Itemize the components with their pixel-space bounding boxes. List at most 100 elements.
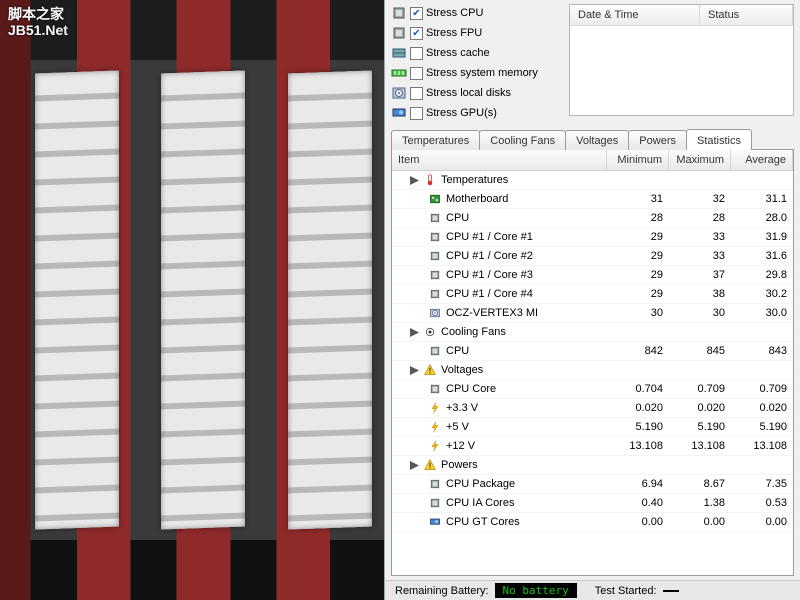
data-row[interactable]: Motherboard313231.1 — [392, 190, 793, 209]
row-max: 38 — [669, 288, 731, 300]
data-row[interactable]: CPU IA Cores0.401.380.53 — [392, 494, 793, 513]
data-row[interactable]: CPU #1 / Core #4293830.2 — [392, 285, 793, 304]
row-label: CPU #1 / Core #1 — [446, 231, 533, 243]
data-row[interactable]: OCZ-VERTEX3 MI303030.0 — [392, 304, 793, 323]
grid-body[interactable]: TemperaturesMotherboard313231.1CPU282828… — [392, 171, 793, 575]
group-icon — [423, 459, 437, 471]
row-avg: 0.53 — [731, 497, 793, 509]
stress-checkbox[interactable] — [410, 7, 423, 20]
heatsink-fin — [288, 71, 372, 530]
stress-checkbox[interactable] — [410, 47, 423, 60]
data-row[interactable]: CPU Package6.948.677.35 — [392, 475, 793, 494]
data-row[interactable]: CPU #1 / Core #2293331.6 — [392, 247, 793, 266]
tab-statistics[interactable]: Statistics — [686, 129, 752, 150]
row-item: CPU #1 / Core #3 — [392, 269, 607, 281]
row-avg: 30.0 — [731, 307, 793, 319]
data-row[interactable]: +5 V5.1905.1905.190 — [392, 418, 793, 437]
row-item: +3.3 V — [392, 402, 607, 414]
data-row[interactable]: CPU282828.0 — [392, 209, 793, 228]
row-label: CPU #1 / Core #4 — [446, 288, 533, 300]
event-log: Date & Time Status — [569, 4, 794, 116]
cpu-icon — [391, 25, 407, 41]
row-item: CPU Package — [392, 478, 607, 490]
stress-option-disk: Stress local disks — [391, 84, 561, 102]
expand-icon[interactable] — [410, 366, 419, 375]
data-row[interactable]: CPU Core0.7040.7090.709 — [392, 380, 793, 399]
row-min: 31 — [607, 193, 669, 205]
group-name: Cooling Fans — [441, 326, 506, 338]
stress-option-cpu: Stress CPU — [391, 4, 561, 22]
group-label: Voltages — [392, 364, 607, 376]
battery-label: Remaining Battery: — [395, 585, 489, 597]
row-label: +12 V — [446, 440, 475, 452]
row-avg: 30.2 — [731, 288, 793, 300]
data-row[interactable]: +3.3 V0.0200.0200.020 — [392, 399, 793, 418]
row-item: CPU — [392, 212, 607, 224]
row-item: +5 V — [392, 421, 607, 433]
data-row[interactable]: CPU GT Cores0.000.000.00 — [392, 513, 793, 532]
col-status[interactable]: Status — [700, 5, 793, 25]
row-label: CPU Package — [446, 478, 515, 490]
group-row[interactable]: Powers — [392, 456, 793, 475]
group-row[interactable]: Temperatures — [392, 171, 793, 190]
row-label: CPU #1 / Core #3 — [446, 269, 533, 281]
expand-icon[interactable] — [410, 176, 419, 185]
stress-checkbox[interactable] — [410, 107, 423, 120]
app-root: 脚本之家 JB51.Net Stress CPU Stress FPU Stress… — [0, 0, 800, 600]
group-label: Temperatures — [392, 174, 607, 186]
data-row[interactable]: CPU #1 / Core #3293729.8 — [392, 266, 793, 285]
row-avg: 843 — [731, 345, 793, 357]
data-row[interactable]: CPU #1 / Core #1293331.9 — [392, 228, 793, 247]
row-max: 845 — [669, 345, 731, 357]
disk-icon — [391, 85, 407, 101]
battery-segment: Remaining Battery: No battery — [395, 583, 577, 598]
row-label: CPU IA Cores — [446, 497, 514, 509]
chip-icon — [428, 345, 442, 357]
group-row[interactable]: Cooling Fans — [392, 323, 793, 342]
tab-voltages[interactable]: Voltages — [565, 130, 629, 150]
expand-icon[interactable] — [410, 461, 419, 470]
group-icon — [423, 326, 437, 338]
chip-icon — [428, 269, 442, 281]
row-label: Motherboard — [446, 193, 508, 205]
data-row[interactable]: +12 V13.10813.10813.108 — [392, 437, 793, 456]
row-min: 0.020 — [607, 402, 669, 414]
col-max[interactable]: Maximum — [669, 150, 731, 170]
row-label: +5 V — [446, 421, 469, 433]
chip-icon — [428, 212, 442, 224]
stress-checkbox[interactable] — [410, 87, 423, 100]
stress-option-gpu: Stress GPU(s) — [391, 104, 561, 122]
expand-icon[interactable] — [410, 328, 419, 337]
row-max: 13.108 — [669, 440, 731, 452]
row-avg: 31.1 — [731, 193, 793, 205]
stress-label: Stress cache — [426, 47, 490, 59]
row-avg: 28.0 — [731, 212, 793, 224]
hardware-photo: 脚本之家 JB51.Net — [0, 0, 384, 600]
bolt-icon — [428, 421, 442, 433]
log-header: Date & Time Status — [570, 5, 793, 26]
row-label: CPU — [446, 212, 469, 224]
test-segment: Test Started: — [595, 585, 679, 597]
group-row[interactable]: Voltages — [392, 361, 793, 380]
col-datetime[interactable]: Date & Time — [570, 5, 700, 25]
tab-powers[interactable]: Powers — [628, 130, 687, 150]
row-label: OCZ-VERTEX3 MI — [446, 307, 538, 319]
stress-checkbox[interactable] — [410, 27, 423, 40]
row-min: 29 — [607, 231, 669, 243]
row-label: CPU #1 / Core #2 — [446, 250, 533, 262]
cpu-icon — [391, 5, 407, 21]
data-row[interactable]: CPU842845843 — [392, 342, 793, 361]
stress-checkbox[interactable] — [410, 67, 423, 80]
col-item[interactable]: Item — [392, 150, 607, 170]
row-avg: 0.709 — [731, 383, 793, 395]
battery-value: No battery — [495, 583, 577, 598]
row-avg: 31.9 — [731, 231, 793, 243]
tab-cooling-fans[interactable]: Cooling Fans — [479, 130, 566, 150]
row-label: +3.3 V — [446, 402, 478, 414]
stress-option-cache: Stress cache — [391, 44, 561, 62]
col-avg[interactable]: Average — [731, 150, 793, 170]
group-name: Temperatures — [441, 174, 508, 186]
stress-option-fpu: Stress FPU — [391, 24, 561, 42]
tab-temperatures[interactable]: Temperatures — [391, 130, 480, 150]
col-min[interactable]: Minimum — [607, 150, 669, 170]
